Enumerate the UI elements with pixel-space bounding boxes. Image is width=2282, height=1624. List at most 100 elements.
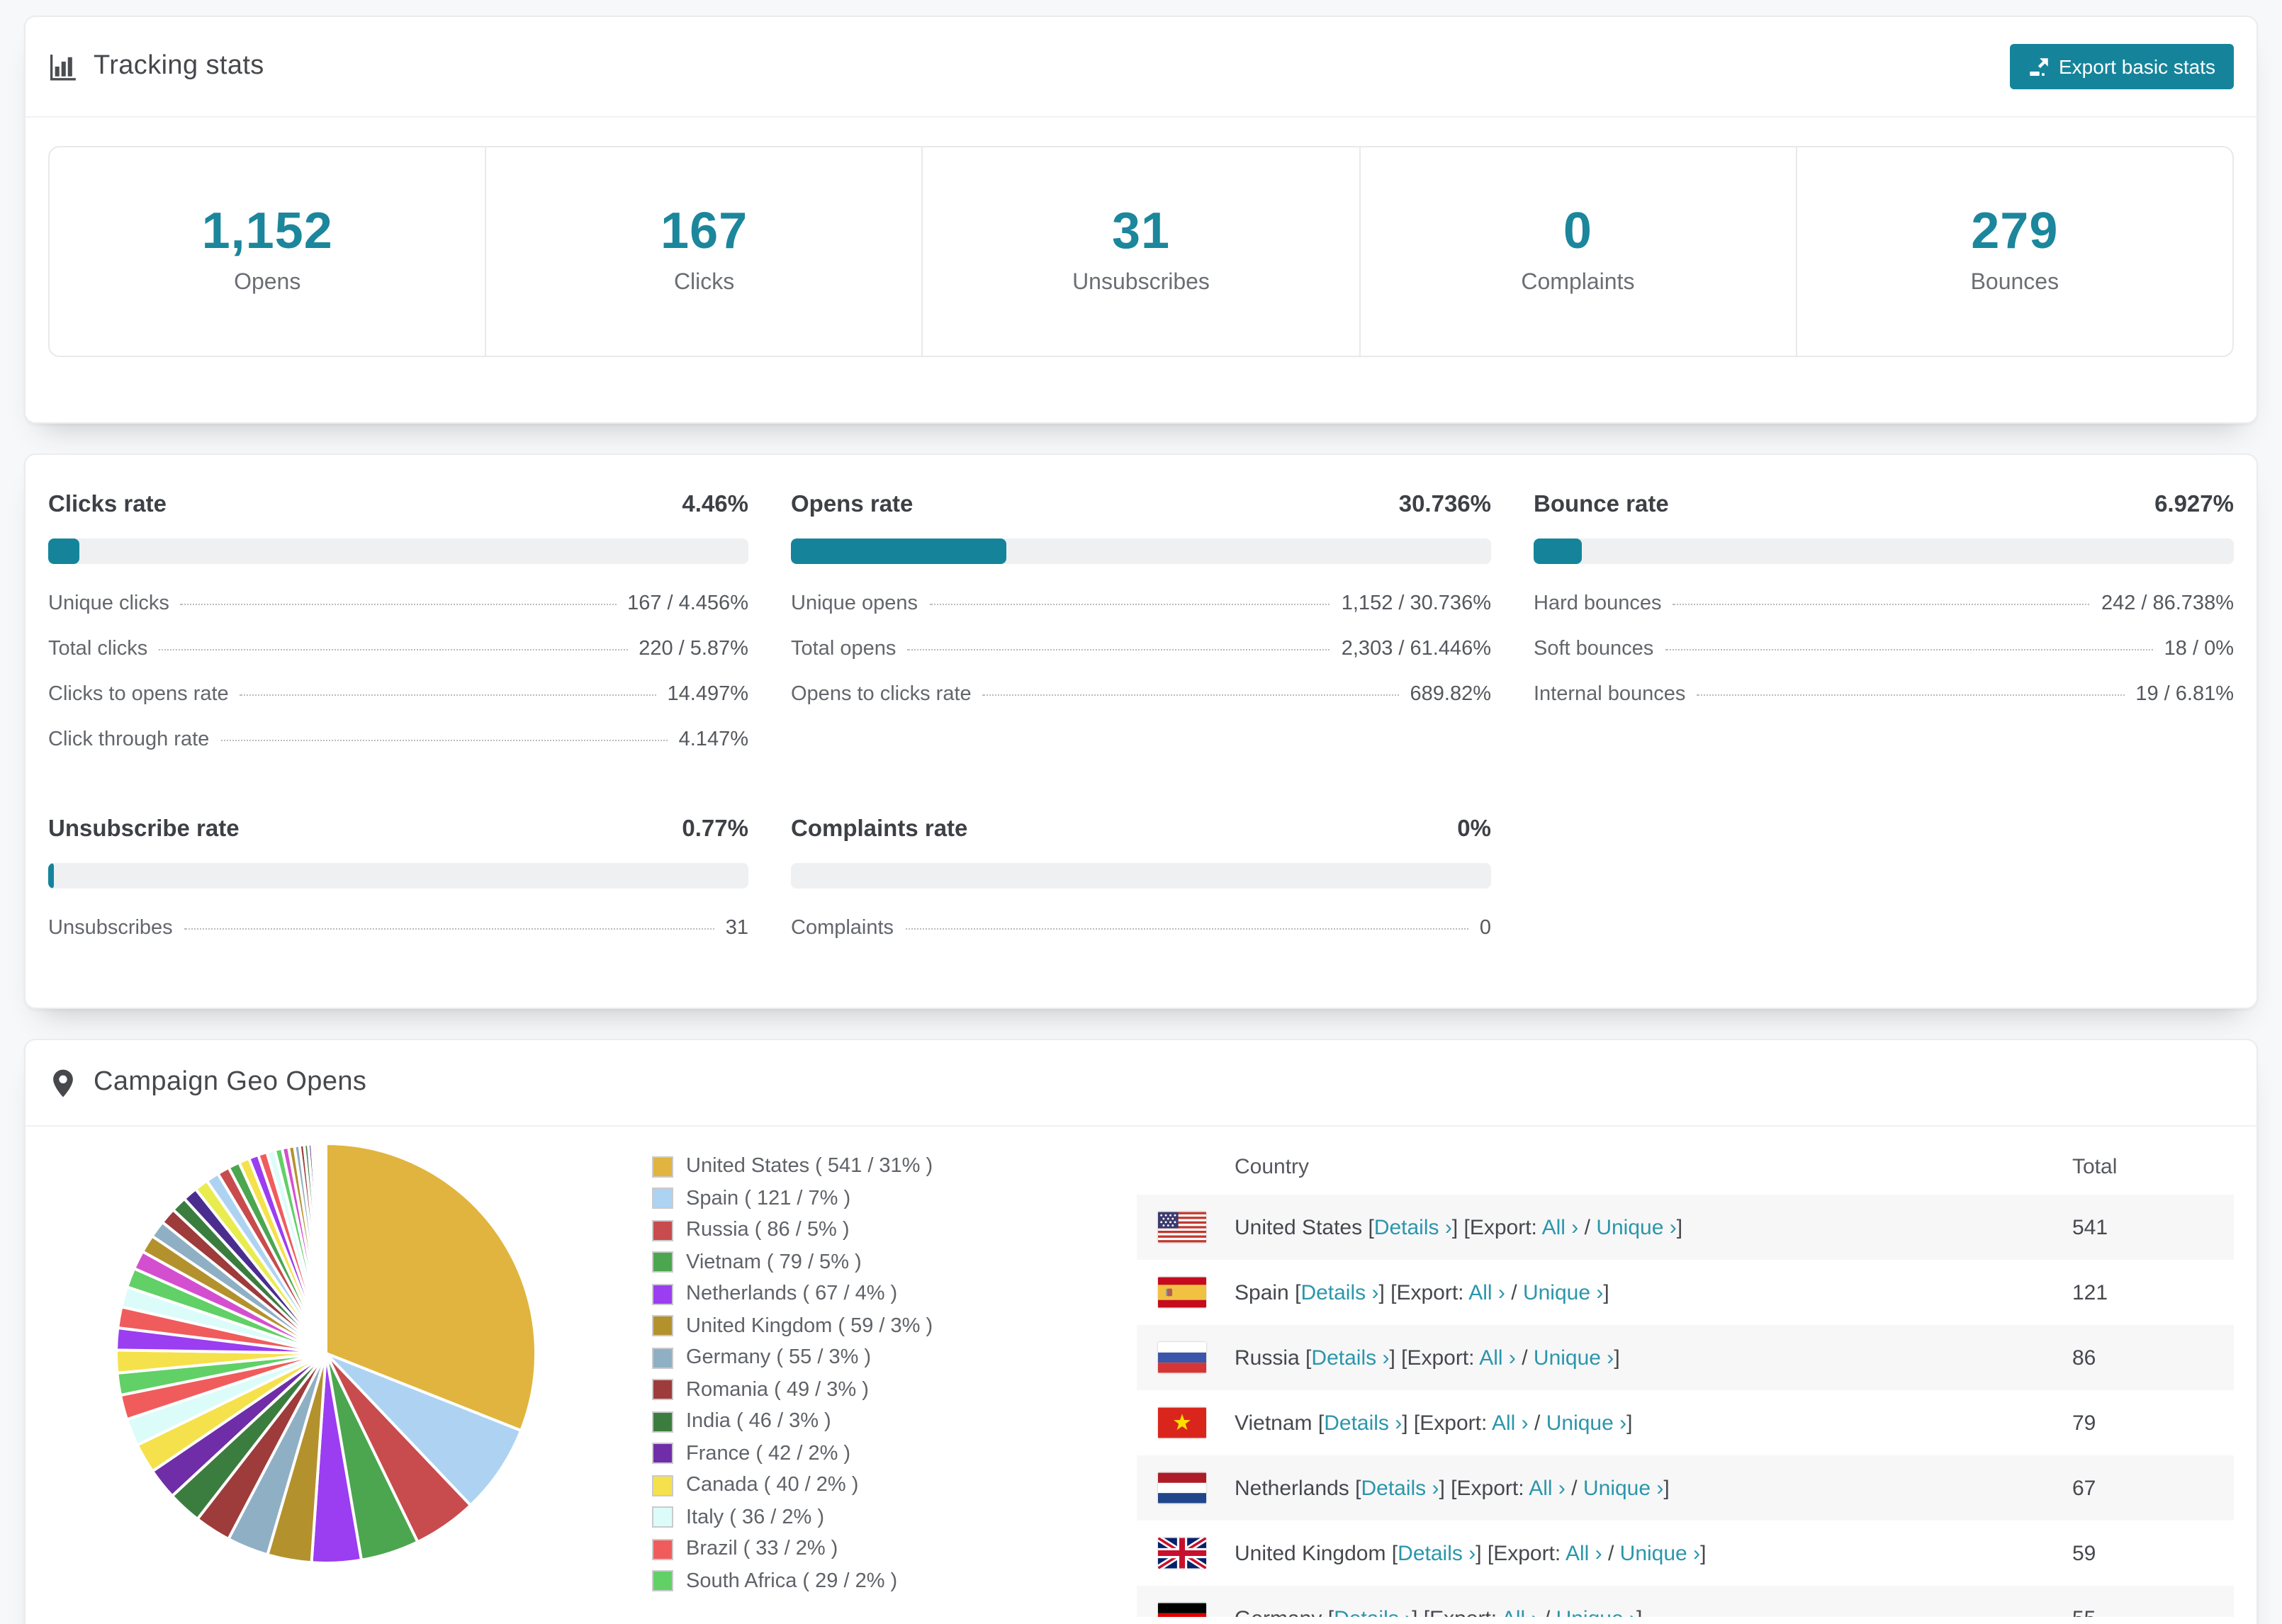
legend-item-india[interactable]: India ( 46 / 3% ) bbox=[652, 1410, 1100, 1433]
table-row-vietnam: Vietnam [Details ›] [Export: All › / Uni… bbox=[1137, 1390, 2234, 1455]
legend-item-romania[interactable]: Romania ( 49 / 3% ) bbox=[652, 1378, 1100, 1401]
export-unique-link-netherlands[interactable]: Unique › bbox=[1583, 1476, 1663, 1500]
progress-fill bbox=[48, 538, 80, 564]
details-link-vietnam[interactable]: Details › bbox=[1324, 1411, 1402, 1435]
legend-item-france[interactable]: France ( 42 / 2% ) bbox=[652, 1442, 1100, 1465]
legend-swatch-russia bbox=[652, 1219, 673, 1241]
details-link-germany[interactable]: Details › bbox=[1334, 1606, 1412, 1617]
export-unique-link-united-kingdom[interactable]: Unique › bbox=[1620, 1541, 1700, 1565]
geo-table: Country Total United States [Details ›] … bbox=[1137, 1138, 2234, 1617]
flag-netherlands bbox=[1158, 1472, 1206, 1504]
export-all-link-spain[interactable]: All › bbox=[1468, 1280, 1505, 1304]
stat-value-opens: 1,152 bbox=[201, 201, 333, 259]
rate-title: Bounce rate bbox=[1534, 492, 1669, 517]
rate-row-label: Unsubscribes bbox=[48, 917, 173, 940]
pie-svg bbox=[115, 1141, 538, 1564]
rate-row-label: Hard bounces bbox=[1534, 592, 1662, 615]
rates-card: Clicks rate 4.46% Unique clicks 167 / 4.456… bbox=[24, 453, 2258, 1009]
geo-pie-chart bbox=[113, 1141, 539, 1573]
legend-swatch-south-africa bbox=[652, 1570, 673, 1591]
geo-table-header: Country Total bbox=[1137, 1138, 2234, 1195]
legend-swatch-germany bbox=[652, 1347, 673, 1368]
legend-item-united-states[interactable]: United States ( 541 / 31% ) bbox=[652, 1155, 1100, 1178]
rate-row-label: Unique opens bbox=[791, 592, 918, 615]
progress-track bbox=[48, 863, 748, 889]
stat-label-complaints: Complaints bbox=[1521, 271, 1635, 295]
progress-fill bbox=[791, 538, 1006, 564]
export-basic-stats-button[interactable]: Export basic stats bbox=[2009, 44, 2234, 89]
rate-row-label: Clicks to opens rate bbox=[48, 683, 229, 706]
dotted-leader bbox=[1697, 694, 2125, 696]
details-link-united-kingdom[interactable]: Details › bbox=[1398, 1541, 1476, 1565]
legend-item-united-kingdom[interactable]: United Kingdom ( 59 / 3% ) bbox=[652, 1314, 1100, 1337]
page-background: Tracking stats Export basic stats 1,152 O… bbox=[0, 0, 2282, 1624]
flag-cell-vietnam bbox=[1158, 1407, 1206, 1438]
legend-item-vietnam[interactable]: Vietnam ( 79 / 5% ) bbox=[652, 1251, 1100, 1273]
rate-value: 4.46% bbox=[682, 492, 748, 517]
progress-fill bbox=[1534, 538, 1583, 564]
legend-item-russia[interactable]: Russia ( 86 / 5% ) bbox=[652, 1219, 1100, 1241]
details-link-spain[interactable]: Details › bbox=[1300, 1280, 1378, 1304]
column-header-total: Total bbox=[2072, 1154, 2118, 1178]
legend-item-italy[interactable]: Italy ( 36 / 2% ) bbox=[652, 1506, 1100, 1528]
rate-title: Clicks rate bbox=[48, 492, 167, 517]
export-unique-link-united-states[interactable]: Unique › bbox=[1596, 1215, 1676, 1239]
dotted-leader bbox=[1665, 649, 2153, 650]
legend-item-south-africa[interactable]: South Africa ( 29 / 2% ) bbox=[652, 1569, 1100, 1592]
geo-body: United States ( 541 / 31% ) Spain ( 121 /… bbox=[26, 1127, 2256, 1617]
rate-row-unique-clicks: Unique clicks 167 / 4.456% bbox=[48, 581, 748, 626]
dotted-leader bbox=[1673, 604, 2090, 605]
export-all-link-vietnam[interactable]: All › bbox=[1492, 1411, 1529, 1435]
rate-block-bounce-rate: Bounce rate 6.927% Hard bounces 242 / 86.73… bbox=[1534, 492, 2234, 762]
flag-russia bbox=[1158, 1342, 1206, 1373]
table-row-germany: Germany [Details ›] [Export: All › / Uni… bbox=[1137, 1586, 2234, 1617]
rate-row-label: Complaints bbox=[791, 917, 894, 940]
export-unique-link-vietnam[interactable]: Unique › bbox=[1546, 1411, 1626, 1435]
rate-row-value: 689.82% bbox=[1410, 683, 1492, 706]
export-unique-link-germany[interactable]: Unique › bbox=[1556, 1606, 1636, 1617]
progress-track bbox=[48, 538, 748, 564]
details-link-united-states[interactable]: Details › bbox=[1374, 1215, 1452, 1239]
export-all-link-united-states[interactable]: All › bbox=[1542, 1215, 1579, 1239]
dotted-leader bbox=[982, 694, 1399, 696]
tracking-stats-title: Tracking stats bbox=[94, 51, 264, 81]
rate-row-complaints: Complaints 0 bbox=[791, 906, 1491, 951]
legend-label-france: France ( 42 / 2% ) bbox=[686, 1442, 851, 1465]
map-pin-icon bbox=[53, 1068, 73, 1097]
rate-row-value: 220 / 5.87% bbox=[639, 638, 748, 660]
details-link-russia[interactable]: Details › bbox=[1311, 1346, 1389, 1370]
rate-row-soft-bounces: Soft bounces 18 / 0% bbox=[1534, 626, 2234, 672]
rate-title: Unsubscribe rate bbox=[48, 816, 240, 842]
legend-item-germany[interactable]: Germany ( 55 / 3% ) bbox=[652, 1346, 1100, 1369]
export-all-link-united-kingdom[interactable]: All › bbox=[1566, 1541, 1602, 1565]
country-cell-netherlands: Netherlands [Details ›] [Export: All › /… bbox=[1235, 1476, 1670, 1500]
legend-label-spain: Spain ( 121 / 7% ) bbox=[686, 1187, 851, 1209]
legend-item-brazil[interactable]: Brazil ( 33 / 2% ) bbox=[652, 1538, 1100, 1560]
details-link-netherlands[interactable]: Details › bbox=[1361, 1476, 1439, 1500]
legend-item-netherlands[interactable]: Netherlands ( 67 / 4% ) bbox=[652, 1282, 1100, 1305]
rate-row-label: Unique clicks bbox=[48, 592, 169, 615]
rate-row-label: Internal bounces bbox=[1534, 683, 1686, 706]
flag-cell-united-kingdom bbox=[1158, 1538, 1206, 1569]
legend-label-russia: Russia ( 86 / 5% ) bbox=[686, 1219, 850, 1241]
country-name: United States bbox=[1235, 1215, 1363, 1239]
flag-united-kingdom bbox=[1158, 1538, 1206, 1569]
export-unique-link-spain[interactable]: Unique › bbox=[1523, 1280, 1603, 1304]
legend-item-canada[interactable]: Canada ( 40 / 2% ) bbox=[652, 1474, 1100, 1496]
export-all-link-russia[interactable]: All › bbox=[1479, 1346, 1516, 1370]
legend-item-spain[interactable]: Spain ( 121 / 7% ) bbox=[652, 1187, 1100, 1209]
rate-row-value: 31 bbox=[725, 917, 748, 940]
rate-value: 6.927% bbox=[2154, 492, 2234, 517]
flag-vietnam bbox=[1158, 1407, 1206, 1438]
export-all-link-germany[interactable]: All › bbox=[1502, 1606, 1539, 1617]
rate-row-click-through-rate: Click through rate 4.147% bbox=[48, 717, 748, 762]
total-cell-spain: 121 bbox=[2072, 1280, 2108, 1304]
table-row-russia: Russia [Details ›] [Export: All › / Uniq… bbox=[1137, 1325, 2234, 1390]
campaign-geo-opens-card: Campaign Geo Opens United States ( 541 /… bbox=[24, 1039, 2258, 1624]
legend-label-romania: Romania ( 49 / 3% ) bbox=[686, 1378, 869, 1401]
flag-cell-germany bbox=[1158, 1603, 1206, 1617]
stat-value-complaints: 0 bbox=[1563, 201, 1592, 259]
export-unique-link-russia[interactable]: Unique › bbox=[1534, 1346, 1614, 1370]
dotted-leader bbox=[220, 740, 668, 741]
export-all-link-netherlands[interactable]: All › bbox=[1529, 1476, 1566, 1500]
